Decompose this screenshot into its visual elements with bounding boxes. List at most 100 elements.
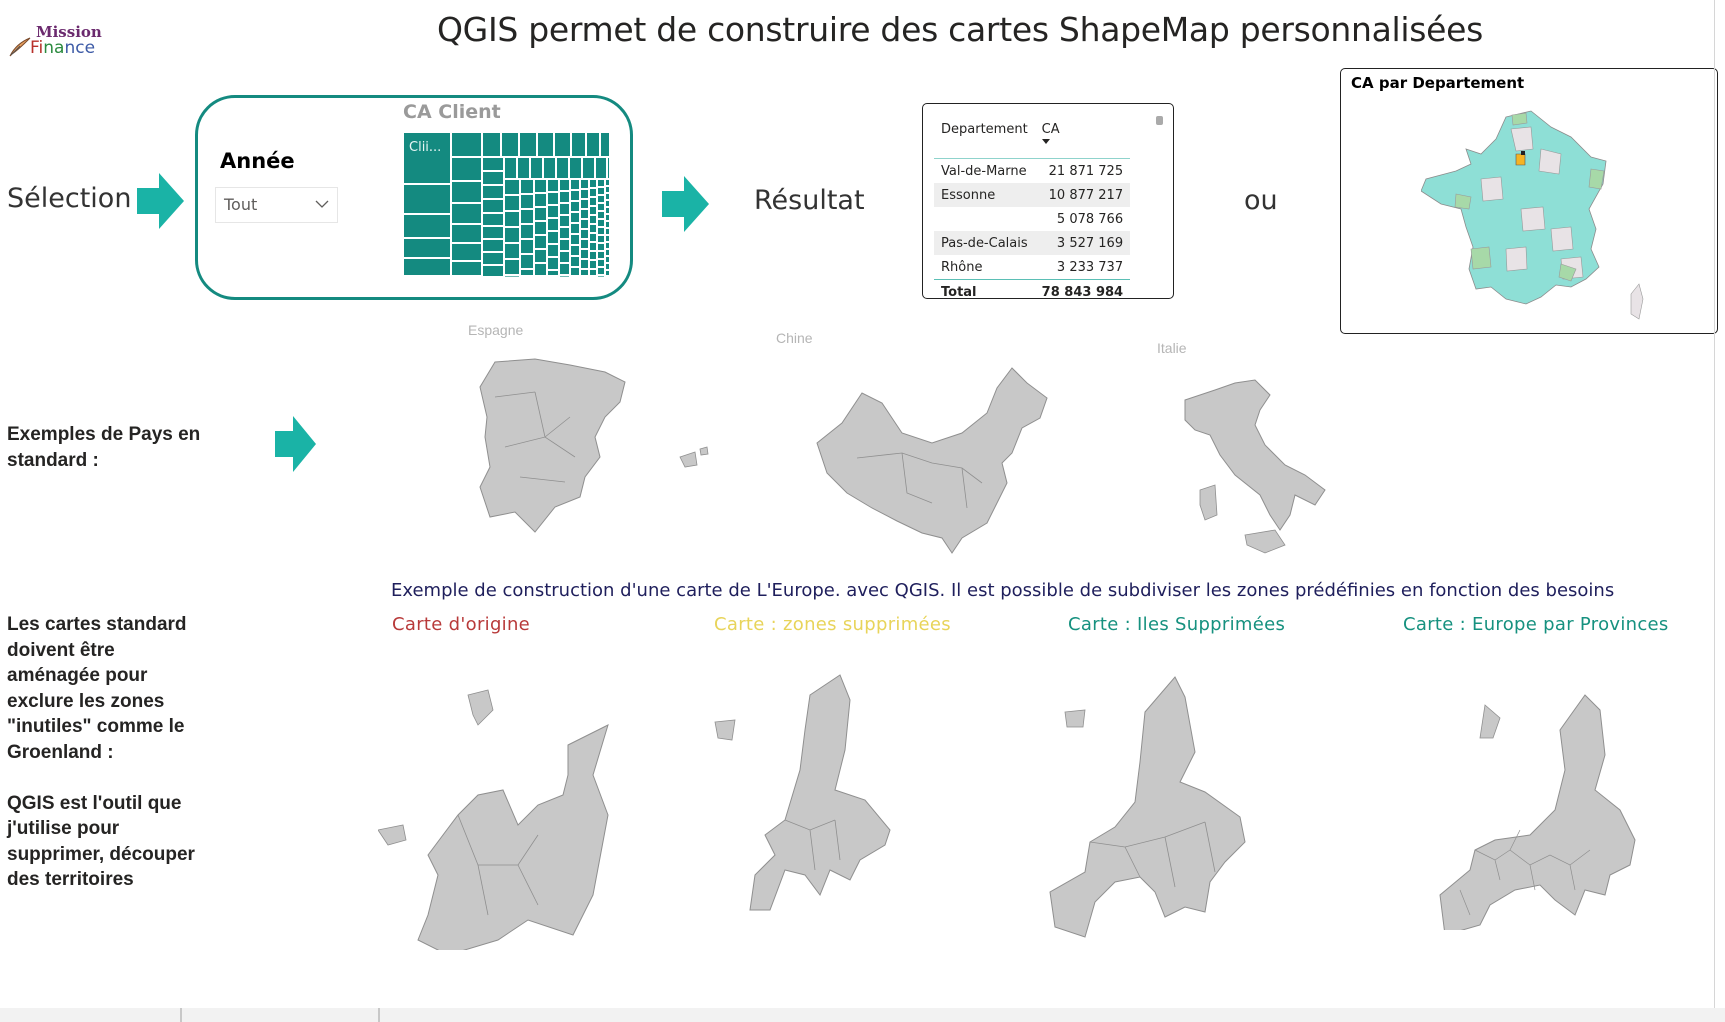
treemap-tile[interactable]: [572, 133, 585, 156]
treemap-tile[interactable]: [598, 236, 604, 242]
treemap-tile[interactable]: [598, 252, 604, 258]
treemap-tile[interactable]: [452, 182, 481, 202]
treemap-tile[interactable]: [535, 180, 546, 192]
treemap-tile[interactable]: [548, 258, 558, 269]
treemap-tile[interactable]: [571, 213, 579, 222]
treemap-tile[interactable]: [590, 261, 596, 268]
treemap-tile[interactable]: [521, 180, 533, 193]
treemap-tile[interactable]: [581, 240, 588, 248]
italy-map[interactable]: [1175, 375, 1340, 567]
treemap-tile[interactable]: [521, 225, 533, 238]
treemap-tile[interactable]: [596, 158, 606, 178]
treemap-tile[interactable]: [548, 271, 558, 275]
treemap-tile[interactable]: [560, 240, 569, 250]
treemap-tile[interactable]: [601, 133, 609, 156]
highlighted-department[interactable]: [1515, 153, 1526, 166]
treemap-tile[interactable]: [606, 215, 609, 220]
treemap-tile[interactable]: [521, 240, 533, 253]
treemap-tile[interactable]: [404, 215, 450, 237]
treemap-tile[interactable]: [606, 250, 609, 255]
treemap-tile[interactable]: [606, 236, 609, 241]
treemap-tile[interactable]: [505, 196, 519, 210]
spain-map[interactable]: [475, 357, 745, 547]
europe-map-origine[interactable]: [378, 665, 618, 950]
scrollbar-handle[interactable]: [1156, 116, 1163, 125]
treemap-tile[interactable]: [535, 194, 546, 206]
treemap-tile[interactable]: [571, 202, 579, 211]
treemap-tile[interactable]: [483, 240, 503, 251]
treemap-tile[interactable]: [571, 224, 579, 233]
treemap-tile[interactable]: [590, 180, 596, 187]
treemap-tile[interactable]: [606, 264, 609, 269]
treemap-tile[interactable]: [590, 198, 596, 205]
treemap-tile[interactable]: [570, 158, 581, 178]
treemap-tile[interactable]: [560, 228, 569, 238]
treemap-tile[interactable]: [581, 250, 588, 258]
treemap-tile[interactable]: [581, 260, 588, 268]
treemap-tile[interactable]: [590, 225, 596, 232]
treemap-tile[interactable]: [483, 172, 503, 184]
treemap-tile[interactable]: [404, 239, 450, 257]
treemap-tile[interactable]: [590, 216, 596, 223]
treemap-tile[interactable]: [548, 232, 558, 243]
treemap-tile[interactable]: [598, 204, 604, 210]
table-row[interactable]: Val-de-Marne 21 871 725: [934, 159, 1130, 184]
europe-map-provinces[interactable]: [1370, 690, 1700, 930]
treemap-tile[interactable]: [581, 200, 588, 208]
annee-dropdown[interactable]: Tout: [215, 187, 338, 223]
treemap-tile[interactable]: [535, 264, 546, 275]
treemap-tile[interactable]: [483, 253, 503, 264]
treemap-tile[interactable]: [483, 266, 503, 276]
treemap-tile[interactable]: [590, 270, 596, 275]
treemap-tile[interactable]: [502, 133, 518, 156]
treemap-tile[interactable]: [452, 244, 481, 260]
treemap-tile[interactable]: [590, 243, 596, 250]
treemap-tile[interactable]: [538, 133, 553, 156]
treemap-tile[interactable]: [581, 180, 588, 188]
treemap-tile[interactable]: [571, 191, 579, 200]
treemap-tile[interactable]: [483, 227, 503, 238]
treemap-tile[interactable]: [598, 268, 604, 274]
treemap-tile[interactable]: [483, 158, 503, 170]
treemap-tile[interactable]: [483, 200, 503, 212]
treemap-tile[interactable]: [581, 210, 588, 218]
treemap-tile[interactable]: [598, 228, 604, 234]
tab-divider[interactable]: [378, 1008, 380, 1022]
treemap-tile[interactable]: [548, 180, 558, 191]
treemap-tile[interactable]: [598, 212, 604, 218]
treemap-tile[interactable]: [404, 185, 450, 213]
treemap-tile[interactable]: [452, 204, 481, 223]
treemap-tile[interactable]: [606, 243, 609, 248]
treemap-tile[interactable]: [571, 235, 579, 244]
treemap-tile[interactable]: [535, 222, 546, 234]
column-header-departement[interactable]: Departement: [934, 118, 1035, 159]
table-row[interactable]: Essonne 10 877 217: [934, 183, 1131, 207]
treemap-tile[interactable]: [606, 271, 609, 275]
treemap-tile[interactable]: [606, 208, 609, 213]
treemap-tile[interactable]: [583, 158, 594, 178]
table-row[interactable]: 5 078 766: [934, 207, 1130, 231]
treemap-tile[interactable]: [571, 268, 579, 275]
treemap-tile[interactable]: [560, 252, 569, 262]
treemap-tile[interactable]: [548, 245, 558, 256]
treemap-tile[interactable]: [483, 214, 503, 225]
treemap-tile[interactable]: [518, 158, 529, 178]
treemap-tile[interactable]: [606, 257, 609, 262]
treemap-tile[interactable]: [505, 180, 519, 194]
treemap-tile[interactable]: [505, 260, 519, 274]
treemap-tile[interactable]: [452, 262, 481, 275]
treemap-tile[interactable]: [548, 206, 558, 217]
treemap-tile[interactable]: [581, 230, 588, 238]
treemap-tile[interactable]: [505, 276, 519, 277]
treemap-tile[interactable]: [505, 244, 519, 258]
treemap-tile[interactable]: [544, 158, 555, 178]
europe-map-zones-supprimees[interactable]: [690, 670, 965, 950]
treemap-tile[interactable]: [521, 195, 533, 208]
treemap-tile[interactable]: [404, 259, 450, 275]
treemap-tile[interactable]: [598, 260, 604, 266]
treemap-tile[interactable]: [520, 133, 536, 156]
treemap-tile[interactable]: [560, 276, 569, 277]
treemap-tile[interactable]: [452, 158, 481, 180]
treemap-tile[interactable]: [581, 270, 588, 275]
treemap-tile[interactable]: [598, 188, 604, 194]
